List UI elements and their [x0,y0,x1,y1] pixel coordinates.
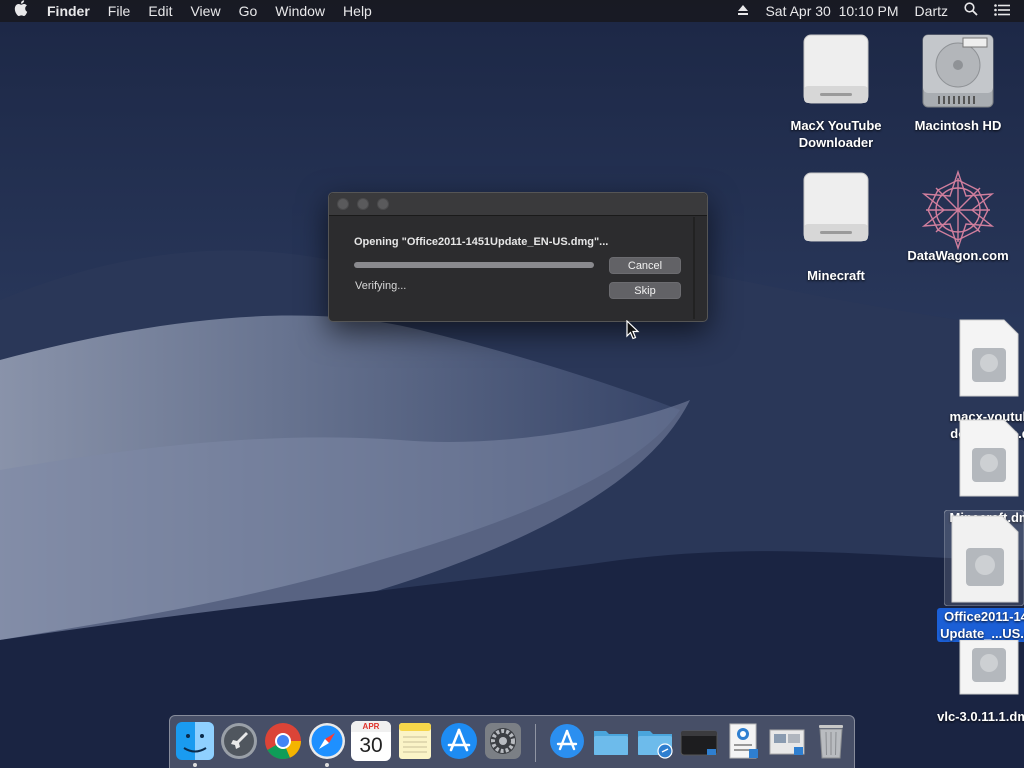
dock-running-indicator [193,763,197,767]
eject-icon [738,5,749,15]
mouse-cursor-icon [626,320,640,340]
folder-icon[interactable] [591,721,631,761]
cancel-button[interactable]: Cancel [609,257,681,274]
datawagon-logo-icon [921,169,995,251]
desktop-icon-macintosh-hd[interactable]: Macintosh HD [893,32,1023,134]
finder-icon[interactable] [175,721,215,761]
dmg-file-icon-selected [944,510,1024,606]
desktop-icon-label: vlc-3.0.11.1.dm [937,709,1024,724]
desktop-icon-label: MacX YouTube [790,118,882,133]
dmg-file-icon [959,319,1019,397]
app-store-icon[interactable] [439,721,479,761]
opening-progress-dialog: Opening "Office2011-1451Update_EN-US.dmg… [328,192,708,322]
desktop-icon-label-selected: Office2011-14 Update_...US.d [937,608,1024,642]
calendar-day: 30 [359,734,383,757]
zoom-window-button[interactable] [377,198,389,210]
desktop-icon-label: Downloader [798,135,874,150]
desktop-icon-label-line: Office2011-14 [944,609,1024,624]
trash-icon[interactable] [811,721,851,761]
launchpad-icon[interactable] [219,721,259,761]
menu-go[interactable]: Go [230,0,267,22]
desktop-icon-office2011-dmg[interactable]: Office2011-14 Update_...US.d [921,608,1024,643]
dock-separator [535,724,536,762]
safari-icon[interactable] [307,721,347,761]
apple-icon [14,0,28,17]
desktop-icon-minecraft[interactable]: Minecraft [771,170,901,284]
dmg-file-icon [959,640,1019,695]
desktop-icon-label-line: Update_...US.d [940,626,1024,641]
external-drive-icon [803,172,869,242]
progress-bar [354,262,594,268]
terminal-icon[interactable] [679,721,719,761]
list-icon [994,4,1010,16]
menu-file[interactable]: File [99,0,140,22]
app-store-folder-icon[interactable] [547,721,587,761]
desktop-icon-datawagon[interactable]: DataWagon.com [893,168,1023,264]
menu-view[interactable]: View [181,0,229,22]
menu-window[interactable]: Window [266,0,334,22]
skip-button[interactable]: Skip [609,282,681,299]
eject-menu[interactable] [729,0,757,22]
minimize-window-button[interactable] [357,198,369,210]
system-preferences-icon[interactable] [483,721,523,761]
dialog-titlebar[interactable] [329,193,707,216]
menu-user[interactable]: Dartz [907,0,956,22]
spotlight-button[interactable] [956,0,986,22]
desktop-icon-label: Minecraft [807,268,865,283]
dialog-scrollbar[interactable] [693,217,695,319]
preview-icon[interactable] [723,721,763,761]
dialog-status: Verifying... [355,280,407,292]
close-window-button[interactable] [337,198,349,210]
hard-drive-icon [922,34,994,108]
external-drive-icon [803,34,869,104]
menu-clock[interactable]: Sat Apr 30 10:10 PM [757,0,906,22]
screenshot-icon[interactable] [767,721,807,761]
apple-menu[interactable] [0,0,38,22]
desktop-icon-label: Macintosh HD [914,118,1002,133]
desktop-icon-vlc-dmg[interactable]: vlc-3.0.11.1.dm [918,708,1024,725]
dialog-message: Opening "Office2011-1451Update_EN-US.dmg… [354,236,609,248]
notification-center-button[interactable] [986,0,1024,22]
chrome-icon[interactable] [263,721,303,761]
search-icon [964,2,978,16]
progress-bar-fill [354,262,594,268]
desktop-icon-label: DataWagon.com [907,248,1009,263]
notes-icon[interactable] [395,721,435,761]
calendar-month: APR [351,721,391,732]
menu-help[interactable]: Help [334,0,381,22]
dmg-file-icon [959,419,1019,497]
menu-edit[interactable]: Edit [139,0,181,22]
downloads-folder-icon[interactable] [635,721,675,761]
menu-bar: Finder File Edit View Go Window Help Sat… [0,0,1024,22]
calendar-icon[interactable]: APR 30 [351,721,391,761]
dock-running-indicator [325,763,329,767]
desktop-icon-macx-youtube-downloader[interactable]: MacX YouTube Downloader [771,32,901,151]
menu-finder[interactable]: Finder [38,0,99,22]
dock: APR 30 [169,715,855,768]
